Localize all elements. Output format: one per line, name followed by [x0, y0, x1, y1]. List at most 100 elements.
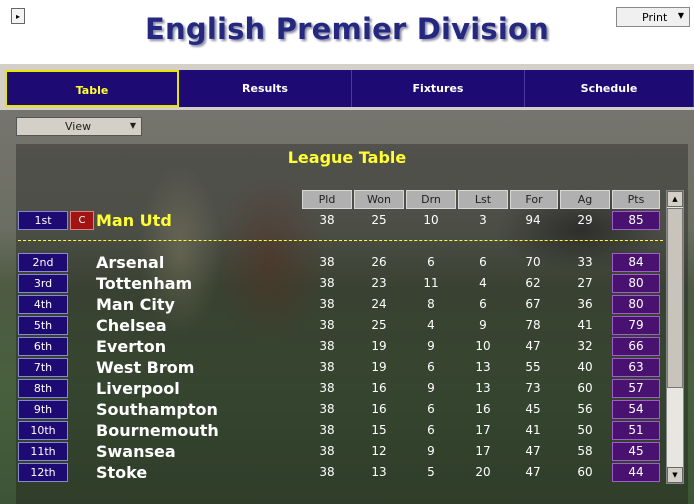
team-name[interactable]: Tottenham	[96, 273, 192, 294]
cell-for: 67	[525, 297, 541, 311]
cell-lst: 17	[475, 423, 491, 437]
cell-lst: 13	[475, 381, 491, 395]
cell-for: 45	[525, 402, 541, 416]
team-name[interactable]: Everton	[96, 336, 166, 357]
cell-pts: 85	[612, 211, 660, 230]
cell-for: 78	[525, 318, 541, 332]
team-name[interactable]: Stoke	[96, 462, 147, 483]
cell-won: 16	[371, 381, 387, 395]
team-name[interactable]: Liverpool	[96, 378, 180, 399]
chevron-down-icon: ▼	[677, 11, 684, 20]
position-badge: 8th	[18, 379, 68, 398]
cell-lst: 4	[479, 276, 487, 290]
table-row[interactable]: 3rd Tottenham 38 23 11 4 62 27 80	[0, 273, 694, 294]
table-scrollbar[interactable]: ▲ ▼	[666, 190, 684, 484]
column-header-ag[interactable]: Ag	[560, 190, 610, 209]
position-badge: 10th	[18, 421, 68, 440]
cell-pld: 38	[319, 444, 335, 458]
cell-pld: 38	[319, 255, 335, 269]
cell-pld: 38	[319, 423, 335, 437]
print-button[interactable]: Print ▼	[616, 7, 690, 27]
cell-lst: 6	[479, 297, 487, 311]
cell-for: 94	[525, 213, 541, 227]
cell-drn: 6	[427, 423, 435, 437]
cell-lst: 3	[479, 213, 487, 227]
team-name[interactable]: Swansea	[96, 441, 176, 462]
cell-ag: 41	[577, 318, 593, 332]
cell-lst: 9	[479, 318, 487, 332]
chevron-down-icon: ▼	[129, 121, 136, 130]
team-name[interactable]: Chelsea	[96, 315, 167, 336]
position-badge: 2nd	[18, 253, 68, 272]
cell-won: 12	[371, 444, 387, 458]
cell-pts: 63	[612, 358, 660, 377]
cell-ag: 36	[577, 297, 593, 311]
cell-ag: 32	[577, 339, 593, 353]
champion-divider	[18, 240, 663, 241]
column-header-pts[interactable]: Pts	[612, 190, 660, 209]
cell-drn: 11	[423, 276, 439, 290]
cell-pts: 51	[612, 421, 660, 440]
cell-for: 47	[525, 444, 541, 458]
cell-ag: 33	[577, 255, 593, 269]
team-name[interactable]: Arsenal	[96, 252, 164, 273]
column-header-for[interactable]: For	[510, 190, 558, 209]
column-header-lst[interactable]: Lst	[458, 190, 508, 209]
table-row[interactable]: 8th Liverpool 38 16 9 13 73 60 57	[0, 378, 694, 399]
cell-for: 55	[525, 360, 541, 374]
table-row[interactable]: 9th Southampton 38 16 6 16 45 56 54	[0, 399, 694, 420]
tab-table[interactable]: Table	[5, 70, 179, 107]
cell-drn: 10	[423, 213, 439, 227]
cell-lst: 20	[475, 465, 491, 479]
team-name[interactable]: Man City	[96, 294, 175, 315]
column-header-drn[interactable]: Drn	[406, 190, 456, 209]
cell-pld: 38	[319, 213, 335, 227]
table-row[interactable]: 5th Chelsea 38 25 4 9 78 41 79	[0, 315, 694, 336]
page-title: English Premier Division	[145, 12, 549, 46]
table-row[interactable]: 1st C Man Utd 38 25 10 3 94 29 85	[0, 210, 694, 231]
tab-fixtures[interactable]: Fixtures	[352, 70, 525, 107]
table-row[interactable]: 2nd Arsenal 38 26 6 6 70 33 84	[0, 252, 694, 273]
cell-won: 23	[371, 276, 387, 290]
cell-pld: 38	[319, 297, 335, 311]
cell-pts: 80	[612, 274, 660, 293]
table-row[interactable]: 11th Swansea 38 12 9 17 47 58 45	[0, 441, 694, 462]
column-header-pld[interactable]: Pld	[302, 190, 352, 209]
position-badge: 5th	[18, 316, 68, 335]
table-row[interactable]: 10th Bournemouth 38 15 6 17 41 50 51	[0, 420, 694, 441]
table-row[interactable]: 7th West Brom 38 19 6 13 55 40 63	[0, 357, 694, 378]
cell-for: 47	[525, 339, 541, 353]
cell-drn: 9	[427, 339, 435, 353]
tab-results[interactable]: Results	[179, 70, 352, 107]
cell-pts: 57	[612, 379, 660, 398]
scroll-down-arrow-icon[interactable]: ▼	[667, 467, 683, 483]
tab-schedule[interactable]: Schedule	[525, 70, 694, 107]
cell-won: 19	[371, 339, 387, 353]
table-row[interactable]: 12th Stoke 38 13 5 20 47 60 44	[0, 462, 694, 483]
cell-drn: 8	[427, 297, 435, 311]
team-name[interactable]: Bournemouth	[96, 420, 219, 441]
cell-for: 70	[525, 255, 541, 269]
cell-pld: 38	[319, 402, 335, 416]
table-row[interactable]: 6th Everton 38 19 9 10 47 32 66	[0, 336, 694, 357]
cell-ag: 56	[577, 402, 593, 416]
view-dropdown[interactable]: View ▼	[16, 117, 142, 136]
print-label: Print	[642, 11, 668, 24]
table-row[interactable]: 4th Man City 38 24 8 6 67 36 80	[0, 294, 694, 315]
cell-lst: 10	[475, 339, 491, 353]
cell-lst: 6	[479, 255, 487, 269]
team-name[interactable]: West Brom	[96, 357, 194, 378]
cell-pld: 38	[319, 465, 335, 479]
column-header-won[interactable]: Won	[354, 190, 404, 209]
cell-ag: 60	[577, 381, 593, 395]
cell-ag: 29	[577, 213, 593, 227]
team-name[interactable]: Southampton	[96, 399, 218, 420]
team-name[interactable]: Man Utd	[96, 210, 172, 231]
cell-won: 16	[371, 402, 387, 416]
scroll-thumb[interactable]	[667, 208, 683, 388]
league-table-title: League Table	[287, 148, 407, 167]
scroll-up-arrow-icon[interactable]: ▲	[667, 191, 683, 207]
position-badge: 12th	[18, 463, 68, 482]
cell-pts: 79	[612, 316, 660, 335]
cell-won: 15	[371, 423, 387, 437]
